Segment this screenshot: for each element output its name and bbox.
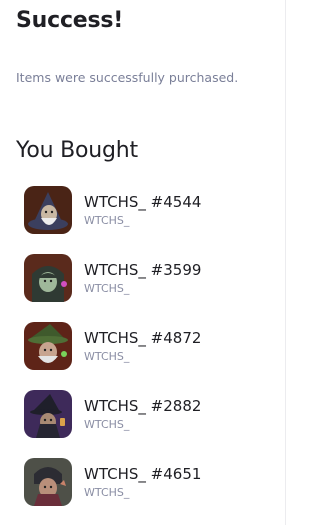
purchase-success-panel: Success! Items were successfully purchas… bbox=[0, 0, 286, 525]
item-collection: WTCHS_ bbox=[84, 282, 130, 295]
purchased-item[interactable]: WTCHS_ #4651 WTCHS_ bbox=[24, 458, 274, 506]
item-name: WTCHS_ #2882 bbox=[84, 397, 202, 415]
item-collection: WTCHS_ bbox=[84, 418, 130, 431]
purchased-item[interactable]: WTCHS_ #3599 WTCHS_ bbox=[24, 254, 274, 302]
item-name: WTCHS_ #4544 bbox=[84, 193, 202, 211]
item-collection: WTCHS_ bbox=[84, 486, 130, 499]
item-name: WTCHS_ #4651 bbox=[84, 465, 202, 483]
purchased-item[interactable]: WTCHS_ #2882 WTCHS_ bbox=[24, 390, 274, 438]
nft-thumbnail bbox=[24, 186, 72, 234]
nft-thumbnail bbox=[24, 254, 72, 302]
nft-thumbnail bbox=[24, 458, 72, 506]
success-title: Success! bbox=[16, 8, 124, 33]
nft-thumbnail bbox=[24, 322, 72, 370]
purchased-items-list: WTCHS_ #4544 WTCHS_ WTCHS_ #3599 WTCHS_ bbox=[24, 186, 274, 525]
item-collection: WTCHS_ bbox=[84, 214, 130, 227]
success-message: Items were successfully purchased. bbox=[16, 70, 239, 85]
purchased-item[interactable]: WTCHS_ #4872 WTCHS_ bbox=[24, 322, 274, 370]
item-name: WTCHS_ #4872 bbox=[84, 329, 202, 347]
item-name: WTCHS_ #3599 bbox=[84, 261, 202, 279]
item-collection: WTCHS_ bbox=[84, 350, 130, 363]
purchased-item[interactable]: WTCHS_ #4544 WTCHS_ bbox=[24, 186, 274, 234]
you-bought-heading: You Bought bbox=[16, 138, 138, 163]
nft-thumbnail bbox=[24, 390, 72, 438]
